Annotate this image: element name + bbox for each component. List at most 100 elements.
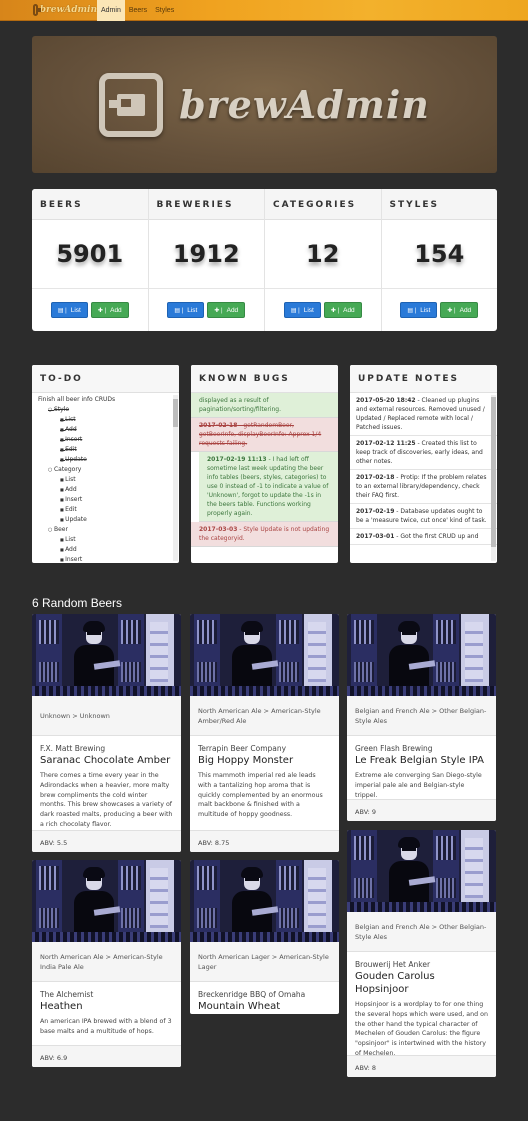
beer-name[interactable]: Heathen xyxy=(40,1000,173,1013)
add-button[interactable]: ✚ | Add xyxy=(440,302,479,318)
beer-name[interactable]: Le Freak Belgian Style IPA xyxy=(355,754,488,767)
stats-panel: BEERS 5901 ▤ | List ✚ | Add BREWERIES 1912 ▤ | Li… xyxy=(32,189,497,331)
bug-text: displayed as a result of pagination/sort… xyxy=(199,397,282,413)
beer-brewery: Breckenridge BBQ of Omaha xyxy=(198,990,306,999)
bug-entry: 2017-03-03 - Style Update is not updatin… xyxy=(191,522,338,547)
beer-card[interactable]: Belgian and French Ale > Other Belgian-S… xyxy=(347,830,496,1077)
beer-name[interactable]: Saranac Chocolate Amber xyxy=(40,754,173,767)
plus-icon: ✚ | xyxy=(330,307,340,314)
todo-item: Insert xyxy=(60,555,179,563)
beer-description: An american IPA brewed with a blend of 3… xyxy=(40,1018,172,1035)
list-button[interactable]: ▤ | List xyxy=(50,302,88,318)
stat-card: BREWERIES 1912 ▤ | List ✚ | Add xyxy=(148,189,265,331)
bug-entry: 2017-02-18 - getRandomBeer, getBeerInfo,… xyxy=(191,418,338,452)
beer-photo xyxy=(190,614,339,696)
stat-card: STYLES 154 ▤ | List ✚ | Add xyxy=(381,189,498,331)
todo-panel: TO-DO Finish all beer info CRUDs StyleLi… xyxy=(32,365,179,563)
todo-item: Edit xyxy=(60,445,179,455)
stat-actions: ▤ | List ✚ | Add xyxy=(265,289,381,331)
todo-subitems: ListAddInsertEditUpdate xyxy=(48,475,179,525)
stat-card: CATEGORIES 12 ▤ | List ✚ | Add xyxy=(265,189,382,331)
plus-icon: ✚ | xyxy=(447,307,456,314)
list-icon: ▤ | xyxy=(57,307,67,314)
update-notes-panel: UPDATE NOTES 2017-05-20 18:42 - Cleaned … xyxy=(350,365,497,563)
note-date: 2017-02-18 xyxy=(356,474,395,481)
add-button[interactable]: ✚ | Add xyxy=(207,302,246,318)
note-date: 2017-02-12 11:25 xyxy=(356,440,416,447)
add-button[interactable]: ✚ | Add xyxy=(90,302,129,318)
todo-item: Add xyxy=(60,485,179,495)
beer-card-body: Brouwerij Het Anker Gouden Carolus Hopsin… xyxy=(347,952,496,1065)
beer-brewery: Brouwerij Het Anker xyxy=(355,960,431,969)
note-date: 2017-03-01 xyxy=(356,533,395,540)
beer-card-body: Breckenridge BBQ of Omaha Mountain Wheat xyxy=(190,982,339,1014)
add-button[interactable]: ✚ | Add xyxy=(323,302,362,318)
plus-icon: ✚ | xyxy=(214,307,223,314)
notes-scrollbar[interactable] xyxy=(491,395,496,561)
banner-title: brewAdmin xyxy=(179,82,430,127)
beer-name[interactable]: Gouden Carolus Hopsinjoor xyxy=(355,970,488,996)
nav-item-admin[interactable]: Admin xyxy=(97,0,125,21)
beer-card[interactable]: North American Ale > American-Style Indi… xyxy=(32,860,181,1067)
nav-item-beers[interactable]: Beers xyxy=(125,0,151,21)
beer-photo xyxy=(347,614,496,696)
beer-card-body: Terrapin Beer Company Big Hoppy Monster Th… xyxy=(190,736,339,826)
bug-entry: displayed as a result of pagination/sort… xyxy=(191,393,338,418)
list-button[interactable]: ▤ | List xyxy=(400,302,438,318)
todo-item: List xyxy=(60,535,179,545)
beer-abv: ABV: 6.9 xyxy=(32,1045,181,1067)
todo-group: Style xyxy=(48,405,179,415)
navbar-brand-text: brewAdmin xyxy=(39,5,97,15)
beer-style-breadcrumb[interactable]: North American Lager > American-Style La… xyxy=(190,942,339,982)
stat-count: 5901 xyxy=(32,220,148,289)
beer-card[interactable]: Unknown > Unknown F.X. Matt Brewing Sarana… xyxy=(32,614,181,852)
beer-photo xyxy=(190,860,339,942)
stat-actions: ▤ | List ✚ | Add xyxy=(149,289,265,331)
plus-icon: ✚ | xyxy=(97,307,107,314)
list-button[interactable]: ▤ | List xyxy=(283,302,321,318)
beer-name[interactable]: Big Hoppy Monster xyxy=(198,754,331,767)
stat-title: BEERS xyxy=(32,189,148,220)
todo-scrollbar[interactable] xyxy=(173,395,178,561)
todo-item: List xyxy=(60,415,179,425)
list-button[interactable]: ▤ | List xyxy=(167,302,205,318)
add-button-label: Add xyxy=(459,306,472,314)
beer-style-breadcrumb[interactable]: North American Ale > American-Style Indi… xyxy=(32,942,181,982)
update-note: 2017-05-20 18:42 - Cleaned up plugins an… xyxy=(350,393,497,436)
stat-title: CATEGORIES xyxy=(265,189,381,220)
note-text: - Got the first CRUD up and xyxy=(394,533,479,540)
beer-card-body: Green Flash Brewing Le Freak Belgian Styl… xyxy=(347,736,496,806)
add-button-label: Add xyxy=(226,306,239,314)
beer-name[interactable]: Mountain Wheat xyxy=(198,1000,331,1013)
navbar-brand[interactable]: brewAdmin xyxy=(0,0,97,21)
stat-count: 154 xyxy=(381,220,497,289)
todo-subitems: ListAddInsertEditUpdate xyxy=(48,415,179,465)
beer-card[interactable]: Belgian and French Ale > Other Belgian-S… xyxy=(347,614,496,821)
beer-photo xyxy=(32,860,181,942)
todo-item: Edit xyxy=(60,505,179,515)
beer-photo xyxy=(347,830,496,912)
nav-item-styles[interactable]: Styles xyxy=(151,0,178,21)
beer-style-breadcrumb[interactable]: Belgian and French Ale > Other Belgian-S… xyxy=(347,696,496,736)
beer-style-breadcrumb[interactable]: Belgian and French Ale > Other Belgian-S… xyxy=(347,912,496,952)
beer-style-breadcrumb[interactable]: Unknown > Unknown xyxy=(32,696,181,736)
note-date: 2017-02-19 xyxy=(356,508,395,515)
stat-card: BEERS 5901 ▤ | List ✚ | Add xyxy=(32,189,149,331)
stat-actions: ▤ | List ✚ | Add xyxy=(32,289,148,331)
todo-title: TO-DO xyxy=(32,365,179,393)
top-navbar: brewAdmin Admin Beers Styles xyxy=(0,0,528,21)
list-button-label: List xyxy=(303,306,314,314)
todo-item: Update xyxy=(60,515,179,525)
stat-actions: ▤ | List ✚ | Add xyxy=(382,289,498,331)
beer-card[interactable]: North American Lager > American-Style La… xyxy=(190,860,339,1014)
add-button-label: Add xyxy=(110,306,122,314)
todo-item: List xyxy=(60,475,179,485)
beer-description: There comes a time every year in the Adi… xyxy=(40,772,173,828)
todo-item: Update xyxy=(60,455,179,465)
beer-description: Hopsinjoor is a wordplay to for one thin… xyxy=(355,1001,488,1057)
beer-photo xyxy=(32,614,181,696)
todo-list: Finish all beer info CRUDs StyleListAddI… xyxy=(32,393,179,563)
beer-card[interactable]: North American Ale > American-Style Ambe… xyxy=(190,614,339,852)
beer-style-breadcrumb[interactable]: North American Ale > American-Style Ambe… xyxy=(190,696,339,736)
todo-item: Add xyxy=(60,425,179,435)
